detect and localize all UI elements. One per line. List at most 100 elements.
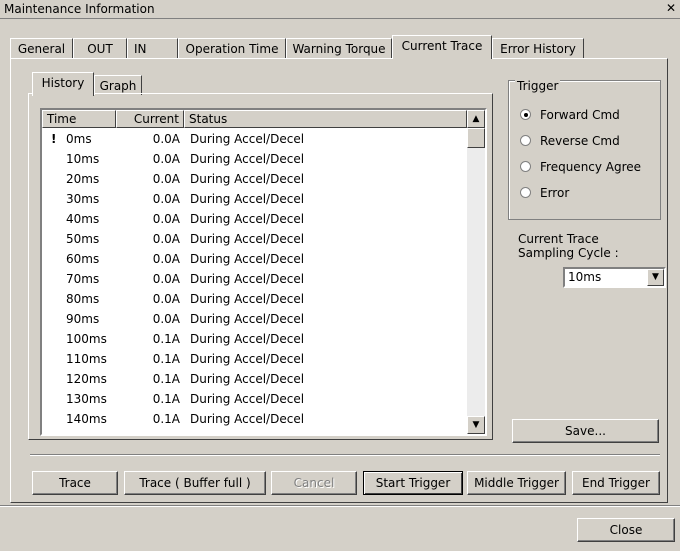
table-row[interactable]: 30ms 0.0A During Accel/Decel — [42, 189, 467, 209]
cell-current: 0.0A — [152, 292, 180, 306]
cell-time: 70ms — [66, 272, 100, 286]
cell-time: 60ms — [66, 252, 100, 266]
radio-icon — [520, 187, 531, 198]
table-row[interactable]: 140ms 0.1A During Accel/Decel — [42, 409, 467, 429]
cell-time: 140ms — [66, 412, 107, 426]
cell-current: 0.0A — [152, 152, 180, 166]
title-bar: Maintenance Information ✕ — [0, 0, 680, 19]
cell-time: 0ms — [66, 132, 92, 146]
table-row[interactable]: 90ms 0.0A During Accel/Decel — [42, 309, 467, 329]
table-row[interactable]: 10ms 0.0A During Accel/Decel — [42, 149, 467, 169]
table-row[interactable]: 60ms 0.0A During Accel/Decel — [42, 249, 467, 269]
trigger-mark-icon: ! — [51, 132, 57, 146]
trace-history-list[interactable]: Time Current Status ! 0ms 0.0A During Accel… — [40, 108, 487, 436]
cell-current: 0.1A — [152, 332, 180, 346]
table-row[interactable]: 130ms 0.1A During Accel/Decel — [42, 389, 467, 409]
table-row[interactable]: 70ms 0.0A During Accel/Decel — [42, 269, 467, 289]
table-row[interactable]: 120ms 0.1A During Accel/Decel — [42, 369, 467, 389]
trigger-group-title: Trigger — [515, 79, 561, 93]
save-button[interactable]: Save... — [512, 419, 659, 443]
middle-trigger-button[interactable]: Middle Trigger — [467, 471, 566, 495]
tab-in[interactable]: IN — [127, 38, 178, 58]
table-row[interactable]: 20ms 0.0A During Accel/Decel — [42, 169, 467, 189]
cell-status: During Accel/Decel — [190, 232, 305, 246]
cell-current: 0.0A — [152, 272, 180, 286]
cell-current: 0.1A — [152, 412, 180, 426]
table-row[interactable]: 50ms 0.0A During Accel/Decel — [42, 229, 467, 249]
radio-label: Forward Cmd — [540, 108, 620, 122]
trigger-group — [508, 80, 661, 220]
separator — [0, 505, 680, 507]
vertical-scrollbar[interactable]: ▲ ▼ — [467, 110, 485, 434]
column-header-status[interactable]: Status — [184, 110, 467, 128]
cell-current: 0.0A — [152, 132, 180, 146]
cell-status: During Accel/Decel — [190, 252, 305, 266]
cell-status: During Accel/Decel — [190, 292, 305, 306]
cancel-button[interactable]: Cancel — [271, 471, 357, 495]
cell-current: 0.0A — [152, 232, 180, 246]
cell-current: 0.1A — [152, 352, 180, 366]
cell-time: 100ms — [66, 332, 107, 346]
tab-history[interactable]: History — [32, 72, 94, 96]
cell-status: During Accel/Decel — [190, 312, 305, 326]
sampling-cycle-select[interactable]: 10ms ▼ — [563, 267, 666, 288]
trace-buffer-full-button[interactable]: Trace ( Buffer full ) — [124, 471, 266, 495]
close-button[interactable]: Close — [577, 518, 675, 542]
trace-button[interactable]: Trace — [32, 471, 118, 495]
cell-time: 40ms — [66, 212, 100, 226]
tab-current-trace[interactable]: Current Trace — [392, 35, 492, 59]
cell-status: During Accel/Decel — [190, 172, 305, 186]
column-header-time[interactable]: Time — [42, 110, 116, 128]
cell-status: During Accel/Decel — [190, 192, 305, 206]
radio-icon — [520, 135, 531, 146]
cell-status: During Accel/Decel — [190, 212, 305, 226]
cell-current: 0.0A — [152, 192, 180, 206]
tab-graph[interactable]: Graph — [94, 75, 142, 95]
cell-status: During Accel/Decel — [190, 332, 305, 346]
cell-status: During Accel/Decel — [190, 352, 305, 366]
cell-current: 0.0A — [152, 172, 180, 186]
chevron-down-icon[interactable]: ▼ — [647, 269, 664, 286]
scroll-up-icon[interactable]: ▲ — [467, 110, 485, 128]
cell-current: 0.1A — [152, 392, 180, 406]
cell-time: 130ms — [66, 392, 107, 406]
table-row[interactable]: 110ms 0.1A During Accel/Decel — [42, 349, 467, 369]
tab-warning-torque[interactable]: Warning Torque — [286, 38, 392, 58]
column-header-current[interactable]: Current — [116, 110, 184, 128]
radio-label: Frequency Agree — [540, 160, 642, 174]
maintenance-window: Maintenance Information ✕ General OUT IN… — [0, 0, 680, 551]
cell-status: During Accel/Decel — [190, 372, 305, 386]
cell-time: 10ms — [66, 152, 100, 166]
separator — [30, 454, 660, 456]
table-row[interactable]: 100ms 0.1A During Accel/Decel — [42, 329, 467, 349]
scroll-thumb[interactable] — [467, 128, 485, 148]
tab-out[interactable]: OUT — [73, 38, 127, 58]
cell-time: 80ms — [66, 292, 100, 306]
cell-status: During Accel/Decel — [190, 392, 305, 406]
window-title: Maintenance Information — [4, 2, 155, 16]
scroll-down-icon[interactable]: ▼ — [467, 416, 485, 434]
table-row[interactable]: ! 0ms 0.0A During Accel/Decel — [42, 129, 467, 149]
cell-time: 30ms — [66, 192, 100, 206]
cell-time: 110ms — [66, 352, 107, 366]
sampling-label-line1: Current Trace — [518, 232, 599, 246]
start-trigger-button[interactable]: Start Trigger — [363, 471, 463, 495]
radio-label: Reverse Cmd — [540, 134, 620, 148]
radio-selected-icon — [520, 109, 531, 120]
cell-time: 20ms — [66, 172, 100, 186]
sampling-cycle-value: 10ms — [568, 270, 602, 284]
tab-operation-time[interactable]: Operation Time — [178, 38, 286, 58]
cell-time: 50ms — [66, 232, 100, 246]
close-icon[interactable]: ✕ — [664, 1, 678, 15]
cell-current: 0.0A — [152, 212, 180, 226]
save-button-label: Save... — [565, 424, 606, 438]
cell-status: During Accel/Decel — [190, 152, 305, 166]
table-row[interactable]: 40ms 0.0A During Accel/Decel — [42, 209, 467, 229]
tab-error-history[interactable]: Error History — [492, 38, 584, 58]
cell-status: During Accel/Decel — [190, 132, 305, 146]
cell-current: 0.0A — [152, 252, 180, 266]
tab-general[interactable]: General — [10, 38, 73, 58]
end-trigger-button[interactable]: End Trigger — [572, 471, 660, 495]
cell-current: 0.0A — [152, 312, 180, 326]
table-row[interactable]: 80ms 0.0A During Accel/Decel — [42, 289, 467, 309]
